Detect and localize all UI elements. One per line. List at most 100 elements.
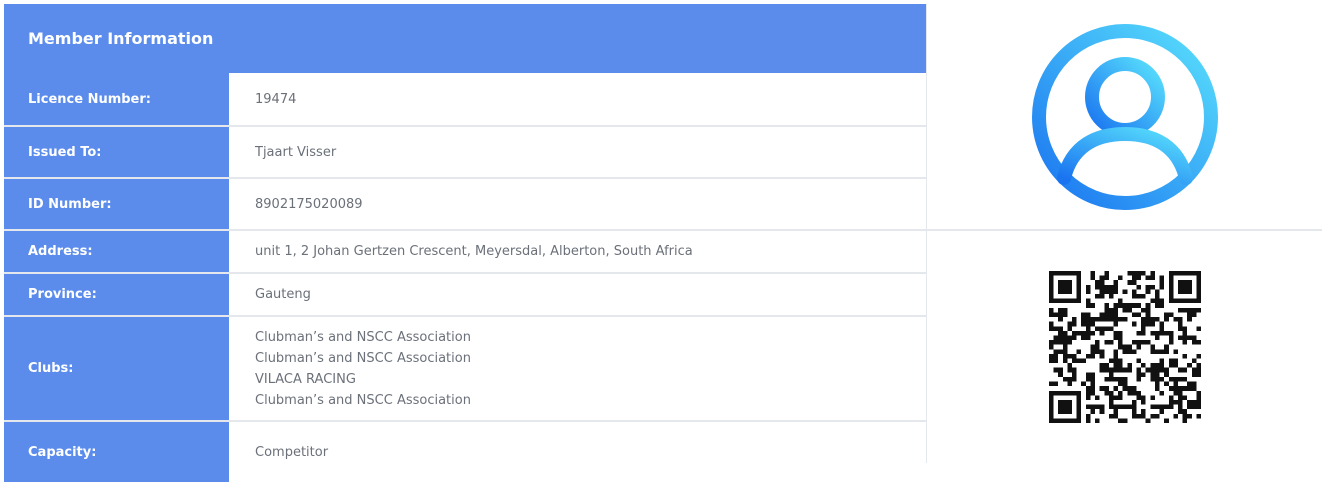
qr-module — [1057, 298, 1063, 304]
qr-module — [1089, 381, 1095, 387]
qr-module — [1117, 376, 1123, 382]
qr-module — [1131, 340, 1137, 345]
qr-module — [1117, 390, 1123, 396]
qr-module — [1149, 330, 1155, 336]
qr-module — [1112, 358, 1118, 364]
qr-module — [1136, 413, 1141, 419]
qr-module — [1136, 358, 1141, 364]
qr-module — [1168, 386, 1173, 391]
clubs-label: Clubs: — [4, 317, 233, 420]
qr-module — [1062, 344, 1067, 350]
qr-module — [1085, 404, 1090, 410]
qr-module — [1168, 358, 1173, 364]
qr-module — [1122, 317, 1127, 322]
qr-module — [1149, 395, 1155, 400]
qr-module — [1066, 321, 1072, 327]
qr-module — [1053, 353, 1058, 359]
qr-module — [1191, 307, 1196, 313]
qr-module — [1163, 312, 1169, 318]
qr-module — [1085, 372, 1090, 377]
qr-module — [1177, 271, 1183, 276]
qr-module — [1048, 307, 1054, 313]
qr-module — [1103, 390, 1109, 396]
qr-module — [1117, 363, 1123, 368]
qr-module — [1062, 289, 1067, 295]
qr-module — [1062, 390, 1067, 396]
qr-module — [1099, 363, 1104, 368]
qr-module — [1048, 326, 1054, 331]
qr-module — [1145, 289, 1150, 295]
qr-module — [1159, 349, 1164, 354]
qr-module — [1140, 271, 1146, 276]
card-header: Member Information — [4, 4, 926, 73]
qr-module — [1048, 395, 1054, 400]
qr-module — [1159, 298, 1164, 304]
qr-module — [1140, 321, 1146, 327]
qr-module — [1172, 390, 1178, 396]
qr-module — [1112, 367, 1118, 373]
qr-module — [1117, 303, 1123, 308]
qr-module — [1126, 363, 1132, 368]
qr-module — [1085, 390, 1090, 396]
province-value: Gauteng — [255, 287, 311, 302]
qr-module — [1066, 418, 1072, 423]
qr-module — [1089, 344, 1095, 350]
qr-module — [1154, 381, 1160, 387]
qr-module — [1131, 321, 1137, 327]
qr-module — [1112, 280, 1118, 285]
qr-module — [1057, 367, 1063, 373]
qr-module — [1099, 367, 1104, 373]
qr-module — [1136, 344, 1141, 350]
club-item: Clubman’s and NSCC Association — [255, 329, 471, 345]
qr-module — [1071, 321, 1077, 327]
qr-module — [1071, 271, 1077, 276]
qr-module — [1112, 330, 1118, 336]
qr-module — [1099, 289, 1104, 295]
row-id-number: ID Number: 8902175020089 — [4, 179, 926, 231]
qr-module — [1182, 413, 1187, 419]
qr-module — [1117, 340, 1123, 345]
qr-module — [1182, 289, 1187, 295]
qr-module — [1089, 317, 1095, 322]
qr-module — [1048, 298, 1054, 304]
qr-module — [1048, 381, 1054, 387]
qr-module — [1136, 330, 1141, 336]
qr-module — [1108, 307, 1113, 313]
qr-module — [1145, 307, 1150, 313]
qr-module — [1103, 289, 1109, 295]
qr-module — [1066, 284, 1072, 290]
qr-module — [1182, 284, 1187, 290]
id-number-value: 8902175020089 — [255, 196, 363, 212]
qr-module — [1066, 390, 1072, 396]
qr-module — [1159, 404, 1164, 410]
qr-module — [1195, 275, 1201, 281]
qr-module — [1066, 353, 1072, 359]
id-number-label: ID Number: — [4, 179, 233, 229]
qr-module — [1149, 344, 1155, 350]
qr-module — [1168, 298, 1173, 304]
qr-module — [1136, 376, 1141, 382]
qr-module — [1062, 399, 1067, 405]
qr-module — [1172, 298, 1178, 304]
club-item: Clubman’s and NSCC Association — [255, 392, 471, 408]
qr-module — [1122, 307, 1127, 313]
qr-module — [1108, 289, 1113, 295]
qr-module — [1177, 386, 1183, 391]
qr-module — [1066, 326, 1072, 331]
qr-module — [1195, 298, 1201, 304]
qr-module — [1131, 312, 1137, 318]
qr-module — [1089, 353, 1095, 359]
qr-module — [1080, 312, 1086, 318]
qr-module — [1053, 390, 1058, 396]
qr-module — [1136, 275, 1141, 281]
qr-module — [1117, 335, 1123, 341]
qr-module — [1108, 340, 1113, 345]
qr-module — [1076, 280, 1081, 285]
qr-module — [1108, 312, 1113, 318]
qr-module — [1117, 330, 1123, 336]
qr-module — [1089, 386, 1095, 391]
qr-module — [1053, 367, 1058, 373]
qr-module — [1195, 353, 1201, 359]
qr-module — [1076, 330, 1081, 336]
qr-module — [1080, 330, 1086, 336]
